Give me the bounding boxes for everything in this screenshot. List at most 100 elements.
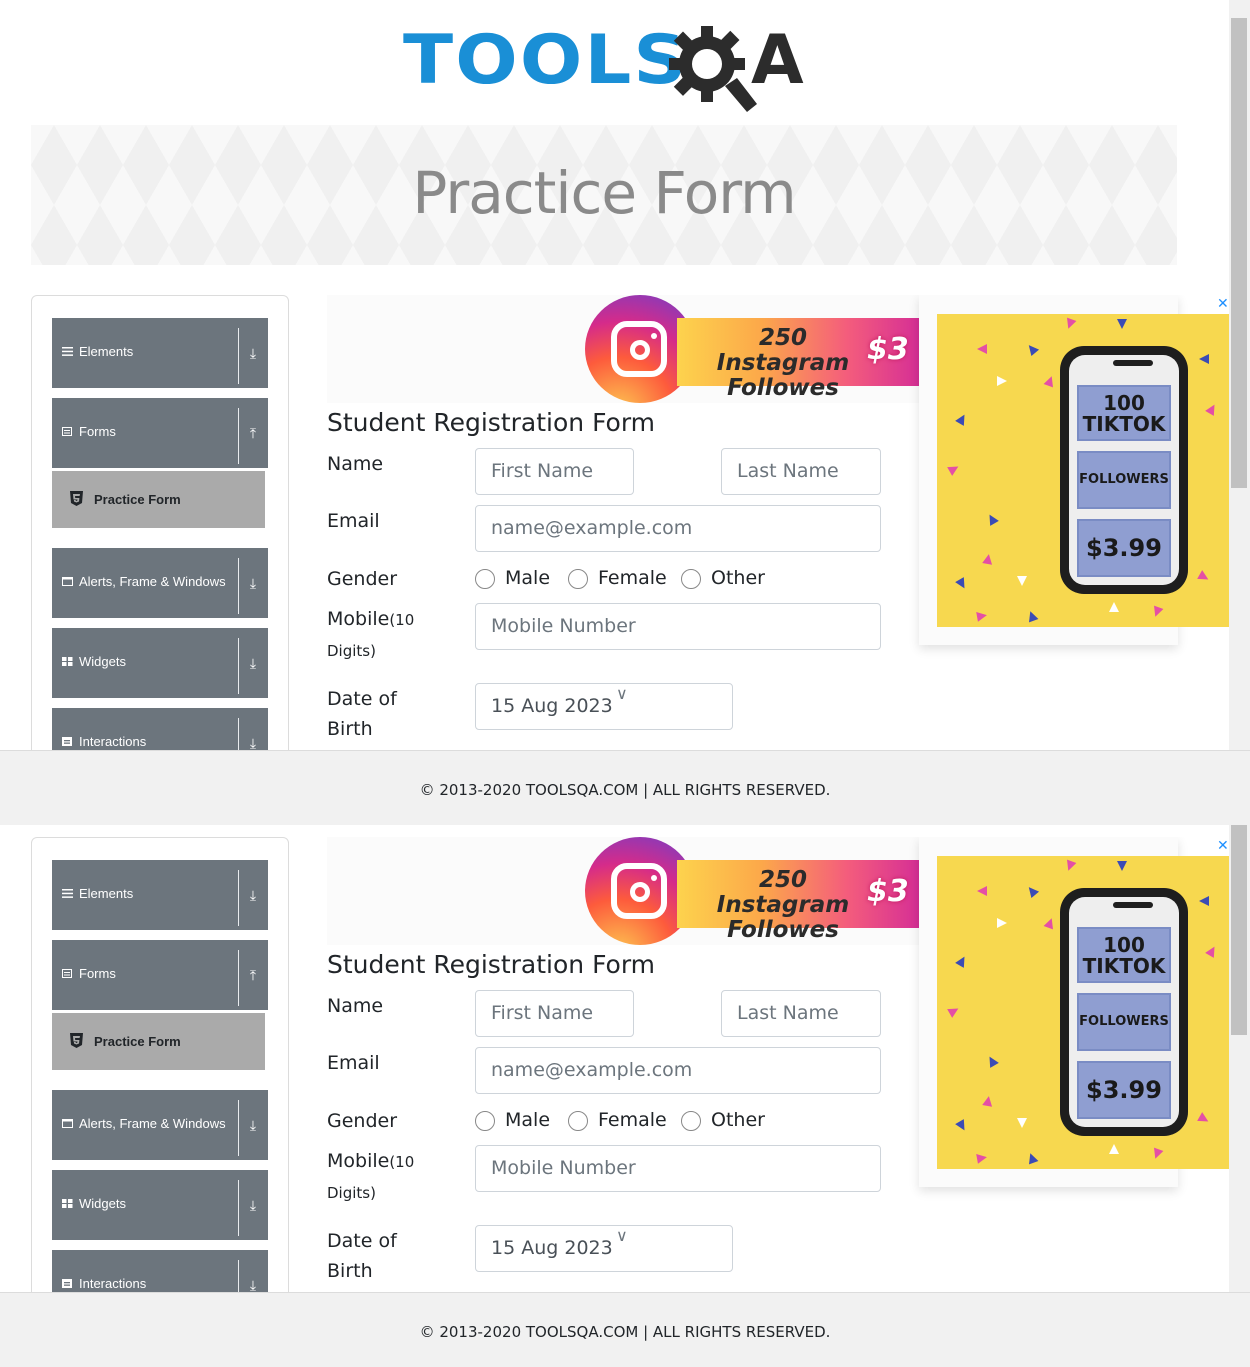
date-of-birth-input[interactable]: 15 Aug 2023 ∨: [475, 1225, 733, 1272]
html5-icon: [70, 491, 83, 506]
radio-circle[interactable]: [681, 569, 701, 589]
radio-circle[interactable]: [681, 1111, 701, 1131]
sidebar-group-widgets[interactable]: Widgets ⤓: [52, 1170, 268, 1240]
ad-price: $3: [867, 874, 909, 909]
first-name-input[interactable]: First Name: [475, 990, 634, 1037]
expand-arrow-icon[interactable]: ⤓: [246, 655, 260, 672]
scrollbar-thumb[interactable]: [1231, 825, 1247, 1035]
expand-arrow-icon[interactable]: ⤓: [246, 1117, 260, 1134]
sidebar-group-widgets[interactable]: Widgets ⤓: [52, 628, 268, 698]
email-input[interactable]: name@example.com: [475, 505, 881, 552]
mobile-label: Mobile(10 Digits): [327, 1150, 415, 1202]
sidebar-group-alerts[interactable]: Alerts, Frame & Windows ⤓: [52, 1090, 268, 1160]
copyright-text: © 2013-2020 TOOLSQA.COM | ALL RIGHTS RES…: [419, 1323, 831, 1341]
menu-icon: [62, 889, 73, 898]
radio-label: Male: [505, 1109, 551, 1131]
radio-circle[interactable]: [568, 1111, 588, 1131]
expand-arrow-icon[interactable]: ⤓: [246, 735, 260, 750]
dob-value: 15 Aug 2023: [491, 1237, 613, 1259]
radio-circle[interactable]: [475, 1111, 495, 1131]
sidebar-item-practice-form[interactable]: Practice Form: [52, 471, 265, 528]
site-header: TOOLS A: [0, 0, 1229, 125]
ad-close-icon[interactable]: ✕: [1217, 837, 1229, 854]
copyright-text: © 2013-2020 TOOLSQA.COM | ALL RIGHTS RES…: [419, 781, 831, 799]
ad-close-icon[interactable]: ✕: [1217, 295, 1229, 312]
sidebar-item-practice-form[interactable]: Practice Form: [52, 1013, 265, 1070]
gender-label: Gender: [327, 568, 398, 590]
radio-label: Male: [505, 567, 551, 589]
mobile-input[interactable]: Mobile Number: [475, 1145, 881, 1192]
main-content: Elements ⤓ Forms ⤒ Practice Form Alerts,…: [0, 837, 1229, 1292]
last-name-input[interactable]: Last Name: [721, 990, 881, 1037]
collapse-arrow-icon[interactable]: ⤒: [246, 967, 260, 984]
sidebar-item-label: Practice Form: [94, 492, 181, 507]
collapse-arrow-icon[interactable]: ⤒: [246, 425, 260, 442]
radio-label: Female: [598, 567, 667, 589]
page-scrollbar[interactable]: [1229, 825, 1250, 1292]
ad-line-2: TIKTOK: [1082, 412, 1166, 436]
form-title: Student Registration Form: [327, 950, 656, 979]
phone-illustration: 100 TIKTOK FOLLOWERS $3.99: [1060, 888, 1188, 1136]
divider: [238, 1260, 239, 1292]
footer: © 2013-2020 TOOLSQA.COM | ALL RIGHTS RES…: [0, 750, 1250, 825]
chevron-down-icon: ∨: [616, 1226, 628, 1245]
dob-label: Date of Birth: [327, 1230, 397, 1282]
name-label: Name: [327, 453, 384, 475]
email-label: Email: [327, 1052, 380, 1074]
instagram-ad-banner[interactable]: 250 Instagram Followes $3: [327, 295, 919, 403]
radio-circle[interactable]: [568, 569, 588, 589]
ad-price: $3.99: [1077, 1061, 1171, 1119]
sidebar: Elements ⤓ Forms ⤒ Practice Form Alerts,…: [31, 295, 289, 750]
sidebar-group-interactions[interactable]: Interactions ⤓: [52, 708, 268, 750]
divider: [238, 718, 239, 750]
footer: © 2013-2020 TOOLSQA.COM | ALL RIGHTS RES…: [0, 1292, 1250, 1367]
toolsqa-logo[interactable]: TOOLS A: [403, 18, 813, 113]
dob-label: Date of Birth: [327, 688, 397, 740]
expand-arrow-icon[interactable]: ⤓: [246, 345, 260, 362]
radio-circle[interactable]: [475, 569, 495, 589]
sidebar-group-label: Alerts, Frame & Windows: [79, 1116, 226, 1131]
radio-label: Female: [598, 1109, 667, 1131]
sidebar-group-elements[interactable]: Elements ⤓: [52, 860, 268, 930]
sidebar-group-elements[interactable]: Elements ⤓: [52, 318, 268, 388]
widgets-icon: [62, 1199, 73, 1208]
expand-arrow-icon[interactable]: ⤓: [246, 575, 260, 592]
sidebar-group-label: Interactions: [79, 1276, 147, 1291]
html5-icon: [70, 1033, 83, 1048]
mobile-input[interactable]: Mobile Number: [475, 603, 881, 650]
sidebar-group-forms[interactable]: Forms ⤒: [52, 398, 268, 468]
sidebar-group-alerts[interactable]: Alerts, Frame & Windows ⤓: [52, 548, 268, 618]
divider: [238, 328, 239, 384]
chevron-down-icon: ∨: [616, 684, 628, 703]
sidebar-group-label: Forms: [79, 424, 116, 439]
tiktok-ad[interactable]: 100 TIKTOK FOLLOWERS $3.99: [937, 856, 1229, 1169]
ad-line-3: FOLLOWERS: [1077, 451, 1171, 509]
last-name-input[interactable]: Last Name: [721, 448, 881, 495]
tiktok-ad[interactable]: 100 TIKTOK FOLLOWERS $3.99: [937, 314, 1229, 627]
page-title: Practice Form: [412, 159, 796, 227]
phone-illustration: 100 TIKTOK FOLLOWERS $3.99: [1060, 346, 1188, 594]
radio-label: Other: [711, 1109, 765, 1131]
gender-label: Gender: [327, 1110, 398, 1132]
interactions-icon: [62, 1279, 72, 1288]
expand-arrow-icon[interactable]: ⤓: [246, 1277, 260, 1292]
sidebar-group-interactions[interactable]: Interactions ⤓: [52, 1250, 268, 1292]
main-content: Elements ⤓ Forms ⤒ Practice Form Alerts,…: [0, 295, 1229, 750]
divider: [238, 950, 239, 1006]
first-name-input[interactable]: First Name: [475, 448, 634, 495]
ad-price: $3.99: [1077, 519, 1171, 577]
email-input[interactable]: name@example.com: [475, 1047, 881, 1094]
sidebar-group-label: Alerts, Frame & Windows: [79, 574, 226, 589]
form-icon: [62, 969, 72, 978]
page-scrollbar[interactable]: [1229, 0, 1250, 750]
expand-arrow-icon[interactable]: ⤓: [246, 1197, 260, 1214]
date-of-birth-input[interactable]: 15 Aug 2023 ∨: [475, 683, 733, 730]
window-icon: [62, 1119, 73, 1128]
expand-arrow-icon[interactable]: ⤓: [246, 887, 260, 904]
scrollbar-thumb[interactable]: [1231, 18, 1247, 488]
ad-ribbon: 250 Instagram Followes $3: [677, 318, 919, 401]
name-label: Name: [327, 995, 384, 1017]
menu-icon: [62, 347, 73, 356]
instagram-ad-banner[interactable]: 250 Instagram Followes $3: [327, 837, 919, 945]
sidebar-group-forms[interactable]: Forms ⤒: [52, 940, 268, 1010]
